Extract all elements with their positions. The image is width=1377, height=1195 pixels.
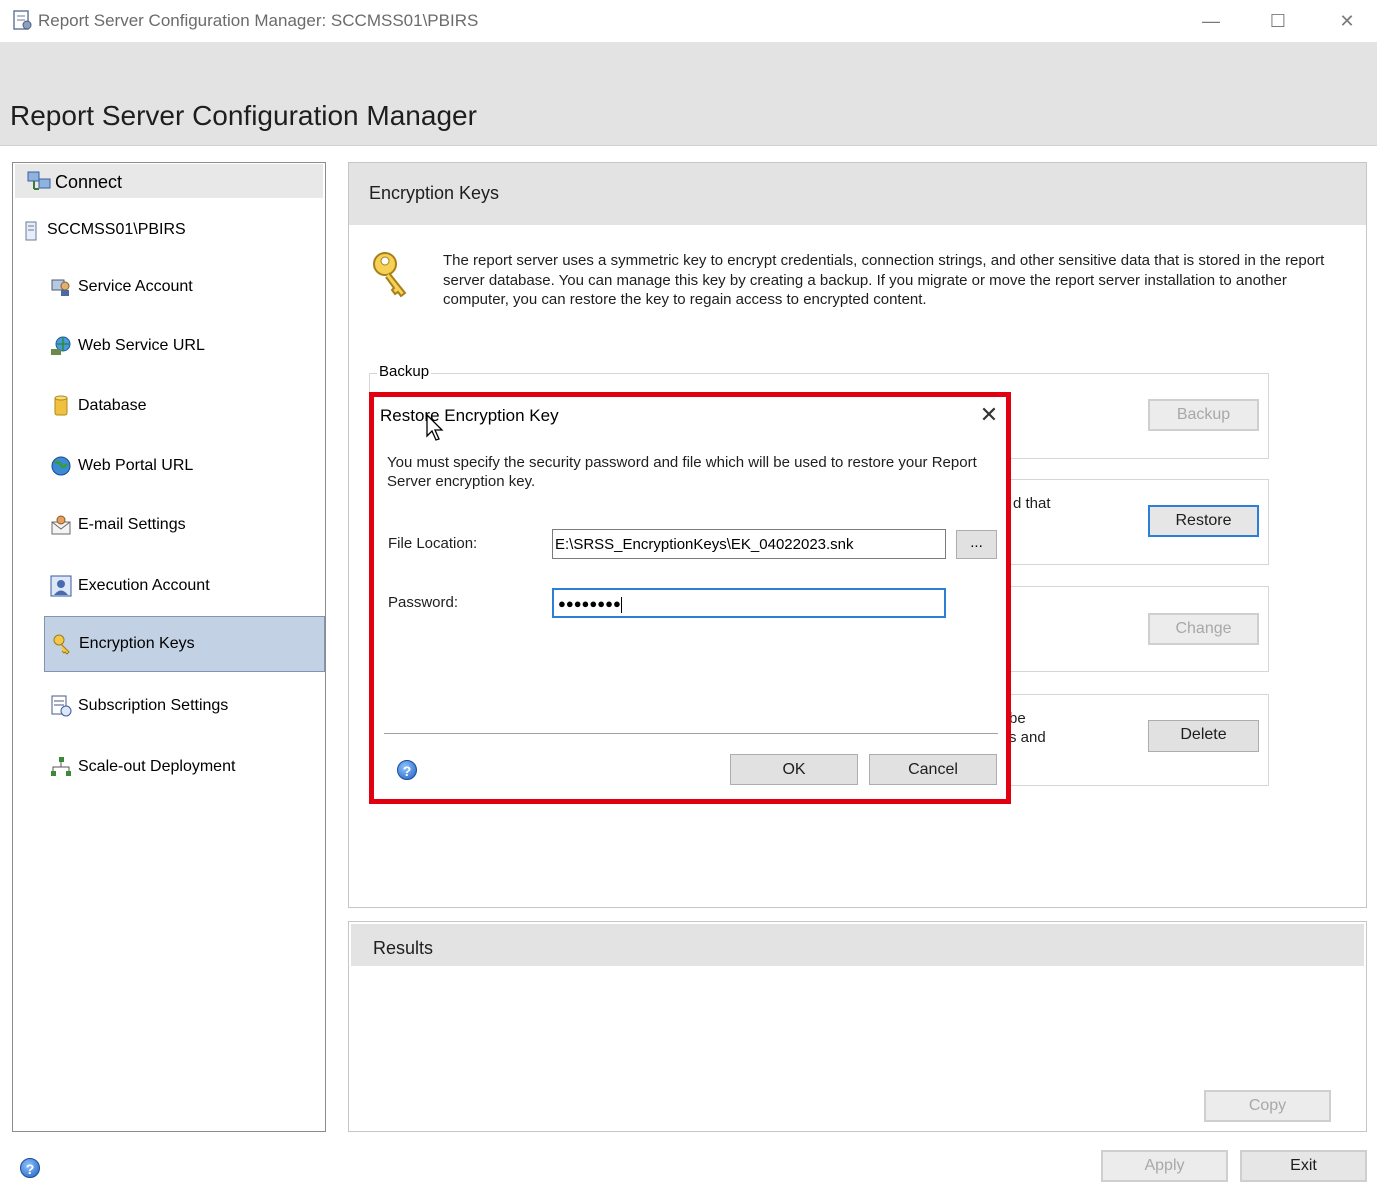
connect-label: Connect bbox=[55, 172, 123, 192]
restore-encryption-key-dialog: Restore Encryption Key ✕ You must specif… bbox=[369, 392, 1011, 804]
password-masked-value: ●●●●●●●● bbox=[558, 596, 621, 611]
sidebar-item-label: Web Portal URL bbox=[78, 457, 194, 474]
window-title: Report Server Configuration Manager: SCC… bbox=[38, 11, 479, 30]
server-icon bbox=[25, 221, 37, 241]
dialog-help-icon[interactable]: ? bbox=[397, 760, 417, 780]
sidebar-item-label: Encryption Keys bbox=[79, 635, 195, 652]
sidebar: Connect SCCMSS01\PBIRS Service Account W… bbox=[12, 162, 326, 1132]
change-button[interactable]: Change bbox=[1148, 613, 1259, 645]
file-location-input[interactable] bbox=[552, 529, 946, 559]
server-label: SCCMSS01\PBIRS bbox=[47, 221, 186, 238]
sidebar-item-execution-account[interactable]: Execution Account bbox=[44, 559, 325, 615]
app-header: Report Server Configuration Manager bbox=[0, 42, 1377, 146]
sidebar-item-label: Web Service URL bbox=[78, 337, 205, 354]
results-title: Results bbox=[373, 938, 434, 958]
exit-button[interactable]: Exit bbox=[1240, 1150, 1367, 1182]
sidebar-item-label: E-mail Settings bbox=[78, 516, 186, 533]
description-text: The report server uses a symmetric key t… bbox=[443, 252, 1325, 308]
cancel-button[interactable]: Cancel bbox=[869, 754, 997, 785]
delete-button[interactable]: Delete bbox=[1148, 720, 1259, 752]
backup-button[interactable]: Backup bbox=[1148, 399, 1259, 431]
sidebar-item-service-account[interactable]: Service Account bbox=[44, 260, 325, 316]
maximize-button[interactable]: ☐ bbox=[1255, 6, 1301, 36]
dialog-title: Restore Encryption Key bbox=[380, 406, 559, 425]
dialog-message: You must specify the security password a… bbox=[387, 454, 977, 490]
backup-group-title: Backup bbox=[377, 363, 432, 380]
web-service-url-icon bbox=[51, 336, 71, 355]
subscription-icon bbox=[51, 695, 72, 717]
close-window-button[interactable]: ✕ bbox=[1324, 6, 1370, 36]
title-bar: Report Server Configuration Manager: SCC… bbox=[0, 0, 1377, 42]
panel-title: Encryption Keys bbox=[369, 183, 500, 203]
copy-button[interactable]: Copy bbox=[1204, 1090, 1331, 1122]
sidebar-item-encryption-keys[interactable]: Encryption Keys bbox=[44, 616, 325, 672]
help-icon[interactable]: ? bbox=[20, 1158, 40, 1178]
minimize-button[interactable]: — bbox=[1188, 6, 1234, 36]
panel-header: Encryption Keys bbox=[349, 163, 1366, 225]
email-icon bbox=[51, 515, 71, 535]
results-header: Results bbox=[351, 924, 1364, 966]
sidebar-item-web-service-url[interactable]: Web Service URL bbox=[44, 319, 325, 375]
mouse-cursor-icon bbox=[426, 414, 444, 441]
results-panel: Results Copy bbox=[348, 921, 1367, 1132]
connect-icon bbox=[27, 171, 51, 190]
sidebar-item-label: Database bbox=[78, 397, 147, 414]
database-icon bbox=[54, 395, 68, 416]
sidebar-item-label: Service Account bbox=[78, 278, 193, 295]
restore-button[interactable]: Restore bbox=[1148, 505, 1259, 537]
dialog-close-button[interactable]: ✕ bbox=[975, 401, 1003, 429]
sidebar-item-database[interactable]: Database bbox=[44, 379, 325, 435]
globe-icon bbox=[51, 456, 71, 476]
sidebar-item-label: Scale-out Deployment bbox=[78, 758, 236, 775]
large-key-icon bbox=[373, 252, 407, 298]
sidebar-item-email-settings[interactable]: E-mail Settings bbox=[44, 498, 325, 554]
scale-out-icon bbox=[51, 757, 71, 776]
key-icon bbox=[53, 634, 70, 655]
app-header-title: Report Server Configuration Manager bbox=[10, 100, 477, 131]
apply-button[interactable]: Apply bbox=[1101, 1150, 1228, 1182]
password-label: Password: bbox=[388, 594, 459, 611]
dialog-separator bbox=[384, 733, 998, 735]
ok-button[interactable]: OK bbox=[730, 754, 858, 785]
connect-button[interactable]: Connect bbox=[15, 164, 323, 198]
app-icon bbox=[13, 10, 32, 30]
password-input[interactable]: ●●●●●●●● bbox=[552, 588, 946, 618]
sidebar-item-web-portal-url[interactable]: Web Portal URL bbox=[44, 439, 325, 495]
file-location-label: File Location: bbox=[388, 535, 478, 552]
delete-description-fragment-1: be bbox=[1009, 710, 1026, 727]
sidebar-item-label: Execution Account bbox=[78, 577, 210, 594]
delete-description-fragment-2: s and bbox=[1009, 729, 1046, 746]
restore-description-fragment: d that bbox=[1013, 495, 1051, 512]
sidebar-item-label: Subscription Settings bbox=[78, 697, 229, 714]
browse-button[interactable]: ... bbox=[956, 530, 997, 559]
service-account-icon bbox=[51, 279, 70, 296]
sidebar-item-subscription-settings[interactable]: Subscription Settings bbox=[44, 679, 325, 735]
execution-account-icon bbox=[50, 575, 72, 597]
sidebar-item-scale-out-deployment[interactable]: Scale-out Deployment bbox=[44, 740, 325, 796]
